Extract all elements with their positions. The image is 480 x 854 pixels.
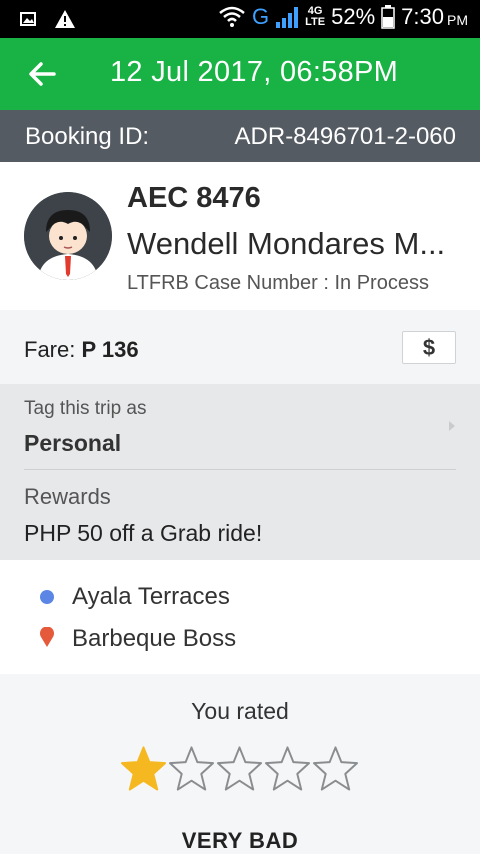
star-empty-icon (264, 746, 311, 791)
wifi-hotspot-icon (219, 6, 245, 27)
tag-trip-value: Personal (24, 430, 122, 456)
chevron-right-icon (449, 421, 455, 431)
pickup-location: Ayala Terraces (72, 583, 230, 610)
back-arrow-icon[interactable] (26, 58, 58, 90)
fare-row: Fare: P 136 $ (0, 310, 480, 384)
star-rating (120, 744, 360, 796)
battery-icon (381, 5, 395, 29)
dollar-icon: $ (422, 335, 436, 360)
image-icon (20, 12, 36, 26)
driver-avatar-icon (24, 192, 112, 280)
booking-id-bar: Booking ID: ADR-8496701-2-060 (0, 110, 480, 162)
dropoff-pin-icon (40, 627, 54, 647)
rewards-label: Rewards (24, 484, 111, 509)
ltfrb-case-number: LTFRB Case Number : In Process (127, 272, 429, 294)
booking-id-label: Booking ID: (25, 123, 150, 150)
warning-icon (55, 10, 75, 28)
signal-icon (276, 7, 299, 28)
rating-label: You rated (191, 698, 289, 724)
rating-verdict: VERY BAD (181, 828, 299, 853)
vehicle-plate: AEC 8476 (127, 182, 261, 214)
battery-percent: 52% (331, 4, 376, 29)
fare-text: Fare: P 136 (24, 337, 139, 363)
pickup-dot-icon (40, 590, 54, 604)
route-section: Ayala Terraces Barbeque Boss (0, 560, 480, 674)
payment-method-button[interactable]: $ (402, 331, 456, 364)
star-empty-icon (216, 746, 263, 791)
rating-section: You rated VERY BAD (0, 674, 480, 854)
booking-id-value: ADR-8496701-2-060 (234, 123, 456, 150)
star-empty-icon (312, 746, 359, 791)
status-right: G 4G LTE 52% 7:30 PM (218, 4, 468, 30)
dropoff-location: Barbeque Boss (72, 625, 237, 652)
rewards-value: PHP 50 off a Grab ride! (24, 520, 263, 546)
driver-name: Wendell Mondares M... (127, 226, 446, 261)
lte-indicator: 4G LTE (305, 6, 325, 28)
status-bar: G 4G LTE 52% 7:30 PM (0, 0, 480, 38)
clock-time: 7:30 (401, 4, 444, 29)
fare-label: Fare: (24, 337, 82, 362)
fare-amount: P 136 (81, 337, 139, 362)
app-header: 12 Jul 2017, 06:58PM (0, 38, 480, 110)
driver-card: AEC 8476 Wendell Mondares M... LTFRB Cas… (0, 162, 480, 310)
driver-avatar (24, 192, 112, 280)
network-type-label: G (252, 4, 270, 29)
trip-details-section: Tag this trip as Personal Rewards PHP 50… (0, 384, 480, 560)
tag-trip-label: Tag this trip as (24, 398, 147, 419)
star-filled-icon (120, 746, 167, 791)
clock-ampm: PM (447, 12, 468, 28)
page-title: 12 Jul 2017, 06:58PM (110, 56, 399, 88)
divider (24, 469, 456, 470)
status-left (20, 9, 76, 29)
lte-sub-text: LTE (305, 16, 326, 28)
star-empty-icon (168, 746, 215, 791)
